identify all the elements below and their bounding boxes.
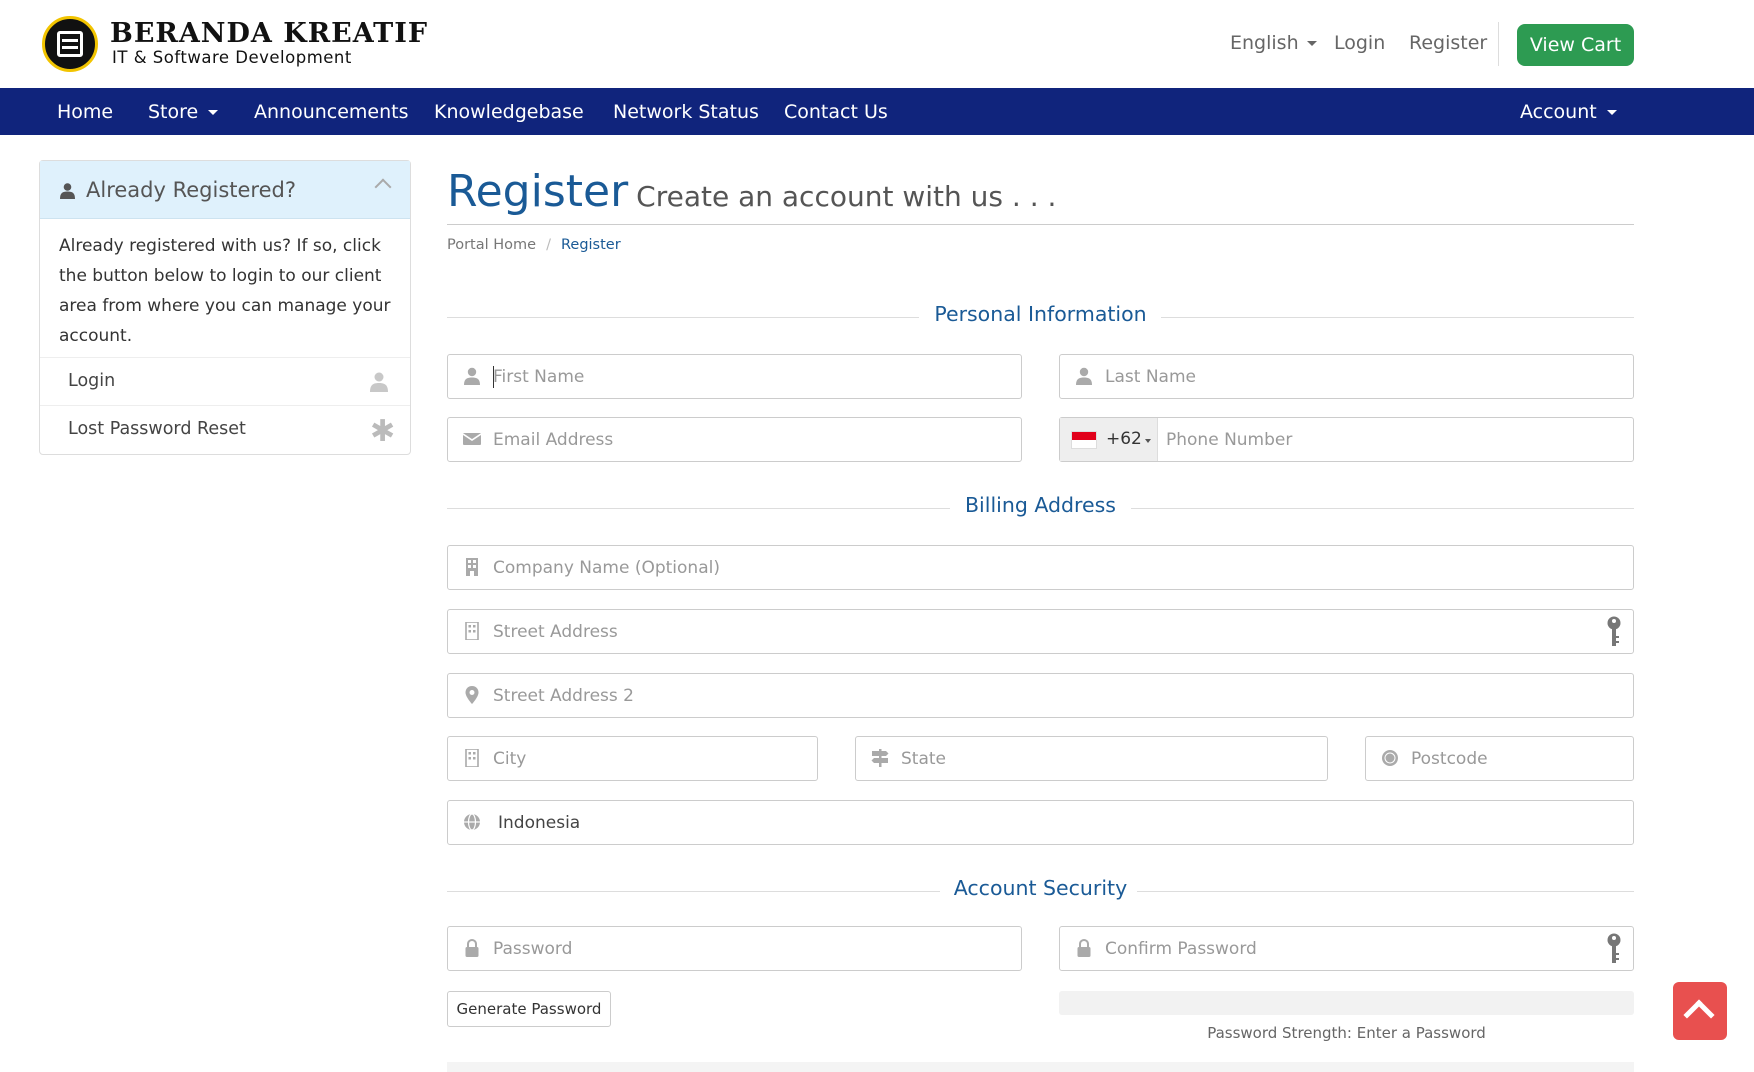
already-registered-panel: Already Registered? Already registered w… — [39, 160, 411, 455]
sidebar-lost-password-label: Lost Password Reset — [68, 419, 246, 439]
last-name-field[interactable]: Last Name — [1059, 354, 1634, 399]
panel-body-text: Already registered with us? If so, click… — [59, 236, 391, 346]
user-icon — [1076, 367, 1092, 385]
generate-password-button[interactable]: Generate Password — [447, 991, 611, 1027]
password-placeholder: Password — [493, 939, 573, 959]
asterisk-icon: ✱ — [370, 414, 396, 449]
first-name-placeholder: First Name — [493, 367, 585, 387]
panel-header[interactable]: Already Registered? — [40, 161, 410, 219]
page-subtitle: Create an account with us . . . — [636, 180, 1057, 213]
building-icon — [465, 749, 479, 767]
nav-announcements[interactable]: Announcements — [254, 101, 409, 123]
nav-account-label: Account — [1520, 101, 1597, 123]
street-address-2-field[interactable]: Street Address 2 — [447, 673, 1634, 718]
main-navbar: Home Store Announcements Knowledgebase N… — [0, 88, 1754, 135]
city-field[interactable]: City — [447, 736, 818, 781]
section-title: Billing Address — [964, 493, 1116, 517]
register-link[interactable]: Register — [1409, 32, 1487, 54]
building-icon — [466, 558, 478, 576]
indonesia-flag-icon — [1071, 431, 1097, 449]
section-title: Personal Information — [934, 302, 1147, 326]
last-name-placeholder: Last Name — [1105, 367, 1196, 387]
email-placeholder: Email Address — [493, 430, 614, 450]
brand-subtitle: IT & Software Development — [112, 48, 352, 67]
view-cart-button[interactable]: View Cart — [1517, 24, 1634, 66]
caret-down-icon — [1306, 41, 1317, 46]
company-name-placeholder: Company Name (Optional) — [493, 558, 720, 578]
nav-store-label: Store — [148, 101, 199, 123]
confirm-password-field[interactable]: Confirm Password — [1059, 926, 1634, 971]
country-code: +62 — [1106, 429, 1142, 449]
breadcrumb-current: Register — [560, 237, 621, 253]
country-select[interactable]: Indonesia — [447, 800, 1634, 845]
next-section-strip — [447, 1062, 1634, 1072]
nav-knowledgebase[interactable]: Knowledgebase — [434, 101, 584, 123]
logo-icon — [42, 16, 98, 72]
country-value: Indonesia — [498, 813, 581, 833]
password-strength-bar — [1059, 991, 1634, 1015]
password-strength-text: Password Strength: Enter a Password — [1207, 1024, 1486, 1042]
panel-title: Already Registered? — [86, 178, 296, 202]
nav-contact[interactable]: Contact Us — [784, 101, 888, 123]
street-address-2-placeholder: Street Address 2 — [493, 686, 634, 706]
section-personal-information: Personal Information — [447, 302, 1634, 332]
chevron-up-icon — [1683, 999, 1715, 1031]
caret-down-icon — [208, 110, 219, 115]
title-divider — [447, 224, 1634, 225]
nav-store[interactable]: Store — [148, 101, 219, 123]
key-icon[interactable] — [1607, 616, 1621, 648]
envelope-icon — [463, 433, 481, 445]
country-code-selector[interactable]: +62 — [1060, 418, 1158, 461]
breadcrumb: Portal Home / Register — [447, 237, 621, 253]
nav-home[interactable]: Home — [57, 101, 113, 123]
language-label: English — [1230, 32, 1299, 54]
building-icon — [465, 622, 479, 640]
chevron-up-icon[interactable] — [374, 178, 392, 196]
sidebar-lost-password-link[interactable]: Lost Password Reset ✱ — [40, 405, 410, 453]
signpost-icon — [871, 749, 889, 767]
key-icon[interactable] — [1607, 933, 1621, 965]
caret-down-icon — [1606, 110, 1617, 115]
back-to-top-button[interactable] — [1673, 982, 1727, 1040]
language-selector[interactable]: English — [1230, 32, 1317, 54]
login-link[interactable]: Login — [1334, 32, 1385, 54]
street-address-placeholder: Street Address — [493, 622, 618, 642]
divider — [1498, 22, 1499, 66]
user-icon — [370, 372, 388, 392]
user-icon — [60, 183, 75, 199]
sidebar-login-label: Login — [68, 371, 116, 391]
state-placeholder: State — [901, 749, 946, 769]
section-title: Account Security — [953, 876, 1128, 900]
company-name-field[interactable]: Company Name (Optional) — [447, 545, 1634, 590]
user-icon — [464, 367, 480, 385]
sidebar-login-link[interactable]: Login — [40, 357, 410, 405]
section-account-security: Account Security — [447, 876, 1634, 906]
phone-field[interactable]: +62 Phone Number — [1059, 417, 1634, 462]
lock-icon — [1077, 939, 1091, 957]
confirm-password-placeholder: Confirm Password — [1105, 939, 1257, 959]
brand-title: BERANDA KREATIF — [110, 18, 429, 49]
page-title: Register — [447, 166, 629, 217]
nav-network-status[interactable]: Network Status — [613, 101, 759, 123]
password-field[interactable]: Password — [447, 926, 1022, 971]
state-field[interactable]: State — [855, 736, 1328, 781]
caret-down-icon — [1145, 439, 1151, 443]
email-field[interactable]: Email Address — [447, 417, 1022, 462]
city-placeholder: City — [493, 749, 527, 769]
postcode-field[interactable]: Postcode — [1365, 736, 1634, 781]
nav-account[interactable]: Account — [1520, 101, 1617, 123]
section-billing-address: Billing Address — [447, 493, 1634, 523]
lock-icon — [465, 939, 479, 957]
phone-placeholder: Phone Number — [1166, 430, 1293, 450]
postcode-placeholder: Postcode — [1411, 749, 1488, 769]
breadcrumb-home[interactable]: Portal Home — [447, 237, 536, 253]
brand-logo[interactable]: BERANDA KREATIF IT & Software Developmen… — [42, 16, 427, 72]
first-name-field[interactable]: First Name — [447, 354, 1022, 399]
page-heading: Register Create an account with us . . . — [447, 166, 1056, 217]
map-marker-icon — [465, 686, 479, 704]
certificate-icon — [1382, 750, 1398, 766]
street-address-field[interactable]: Street Address — [447, 609, 1634, 654]
globe-icon — [464, 813, 480, 831]
header: BERANDA KREATIF IT & Software Developmen… — [0, 0, 1754, 88]
